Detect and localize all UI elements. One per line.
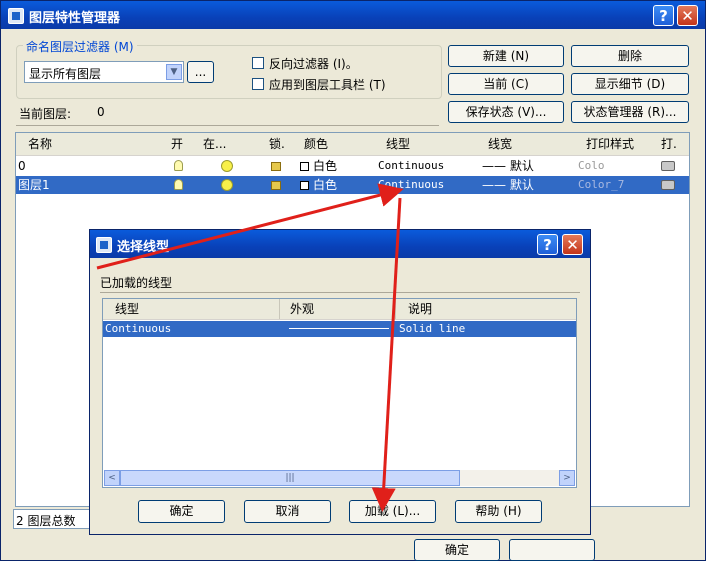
set-current-button[interactable]: 当前 (C) [448, 73, 564, 95]
app-icon [8, 8, 24, 24]
main-window-title: 图层特性管理器 [29, 11, 121, 26]
linetype-description[interactable]: Solid line [399, 321, 465, 337]
select-linetype-dialog: 选择线型 ? ✕ 已加载的线型 线型 外观 说明 Continuous Soli… [89, 229, 591, 535]
col-linetype[interactable]: 线型 [115, 299, 139, 319]
status-text: 2 图层总数 [16, 514, 76, 528]
layer-plot-style: Color_7 [578, 178, 625, 191]
col-freeze[interactable]: 在... [203, 133, 226, 155]
filter-browse-button[interactable]: ... [187, 61, 214, 83]
dialog-title: 选择线型 [117, 240, 170, 255]
layer-linetype[interactable]: Continuous [378, 176, 444, 194]
scroll-thumb[interactable]: ||| [120, 470, 460, 486]
close-icon[interactable]: ✕ [677, 5, 698, 26]
col-plot-style[interactable]: 打印样式 [586, 133, 634, 155]
help-icon[interactable]: ? [537, 234, 558, 255]
col-plot[interactable]: 打. [661, 133, 677, 155]
scroll-right-button[interactable]: > [559, 470, 575, 486]
col-lineweight[interactable]: 线宽 [488, 133, 512, 155]
save-state-button[interactable]: 保存状态 (V)... [448, 101, 564, 123]
dialog-cancel-button[interactable]: 取消 [244, 500, 331, 523]
linetype-list: 线型 外观 说明 Continuous Solid line < ||| > [102, 298, 577, 488]
layer-name[interactable]: 图层1 [18, 176, 50, 194]
filter-group-label: 命名图层过滤器 (M) [23, 38, 137, 55]
layer-lineweight[interactable]: —— 默认 [482, 157, 534, 175]
invert-filter-label: 反向过滤器 (I)。 [269, 57, 358, 71]
bulb-icon[interactable] [174, 179, 183, 190]
col-color[interactable]: 颜色 [304, 133, 328, 155]
apply-toolbar-label: 应用到图层工具栏 (T) [269, 78, 386, 92]
linetype-name[interactable]: Continuous [105, 321, 171, 337]
layer-row-selected[interactable]: 图层1 白色 Continuous —— 默认 Color_7 [16, 176, 689, 194]
color-swatch[interactable] [300, 162, 309, 171]
sun-icon[interactable] [221, 160, 233, 172]
layer-name[interactable]: 0 [18, 157, 26, 175]
dialog-title-bar: 选择线型 ? ✕ [90, 230, 590, 258]
layer-table-header: 名称 开 在... 锁. 颜色 线型 线宽 打印样式 打. [16, 133, 689, 156]
scroll-left-button[interactable]: < [104, 470, 120, 486]
filter-select[interactable]: 显示所有图层 ▼ [24, 61, 184, 83]
layer-lineweight[interactable]: —— 默认 [482, 176, 534, 194]
col-separator [395, 299, 396, 319]
horizontal-scrollbar[interactable]: < ||| > [104, 470, 575, 486]
dialog-help-button[interactable]: 帮助 (H) [455, 500, 542, 523]
lock-icon[interactable] [271, 162, 281, 171]
divider [100, 292, 580, 293]
show-details-button[interactable]: 显示细节 (D) [571, 73, 689, 95]
linetype-list-header: 线型 外观 说明 [103, 299, 576, 320]
invert-filter-checkbox[interactable] [252, 57, 264, 69]
color-swatch[interactable] [300, 181, 309, 190]
sun-icon[interactable] [221, 179, 233, 191]
app-icon [96, 237, 112, 253]
bulb-icon[interactable] [174, 160, 183, 171]
help-icon[interactable]: ? [653, 5, 674, 26]
main-title-bar: 图层特性管理器 ? ✕ [1, 1, 705, 29]
delete-layer-button[interactable]: 删除 [571, 45, 689, 67]
state-manager-button[interactable]: 状态管理器 (R)... [571, 101, 689, 123]
apply-toolbar-checkbox[interactable] [252, 78, 264, 90]
loaded-linetypes-label: 已加载的线型 [100, 276, 173, 290]
layer-plot-style: Colo [578, 159, 605, 172]
new-layer-button[interactable]: 新建 (N) [448, 45, 564, 67]
main-ok-button[interactable]: 确定 [414, 539, 500, 561]
filter-select-value: 显示所有图层 [29, 67, 102, 81]
lock-icon[interactable] [271, 181, 281, 190]
col-appearance[interactable]: 外观 [290, 299, 314, 319]
printer-icon[interactable] [661, 161, 675, 171]
current-layer-value: 0 [97, 105, 105, 119]
col-linetype[interactable]: 线型 [386, 133, 410, 155]
linetype-row-selected[interactable]: Continuous Solid line [103, 321, 576, 337]
col-on[interactable]: 开 [171, 133, 183, 155]
col-lock[interactable]: 锁. [269, 133, 285, 155]
divider [16, 125, 439, 126]
layer-color[interactable]: 白色 [313, 176, 337, 194]
dropdown-arrow-icon[interactable]: ▼ [166, 64, 182, 80]
layer-linetype[interactable]: Continuous [378, 157, 444, 175]
close-icon[interactable]: ✕ [562, 234, 583, 255]
col-name[interactable]: 名称 [28, 133, 52, 155]
appearance-solid-line [289, 328, 389, 329]
layer-row[interactable]: 0 白色 Continuous —— 默认 Colo [16, 157, 689, 175]
current-layer-label: 当前图层: [19, 107, 72, 121]
printer-icon[interactable] [661, 180, 675, 190]
col-description[interactable]: 说明 [408, 299, 432, 319]
load-linetype-button[interactable]: 加载 (L)... [349, 500, 436, 523]
dialog-ok-button[interactable]: 确定 [138, 500, 225, 523]
col-separator [279, 299, 280, 319]
main-cancel-button[interactable] [509, 539, 595, 561]
layer-color[interactable]: 白色 [313, 157, 337, 175]
